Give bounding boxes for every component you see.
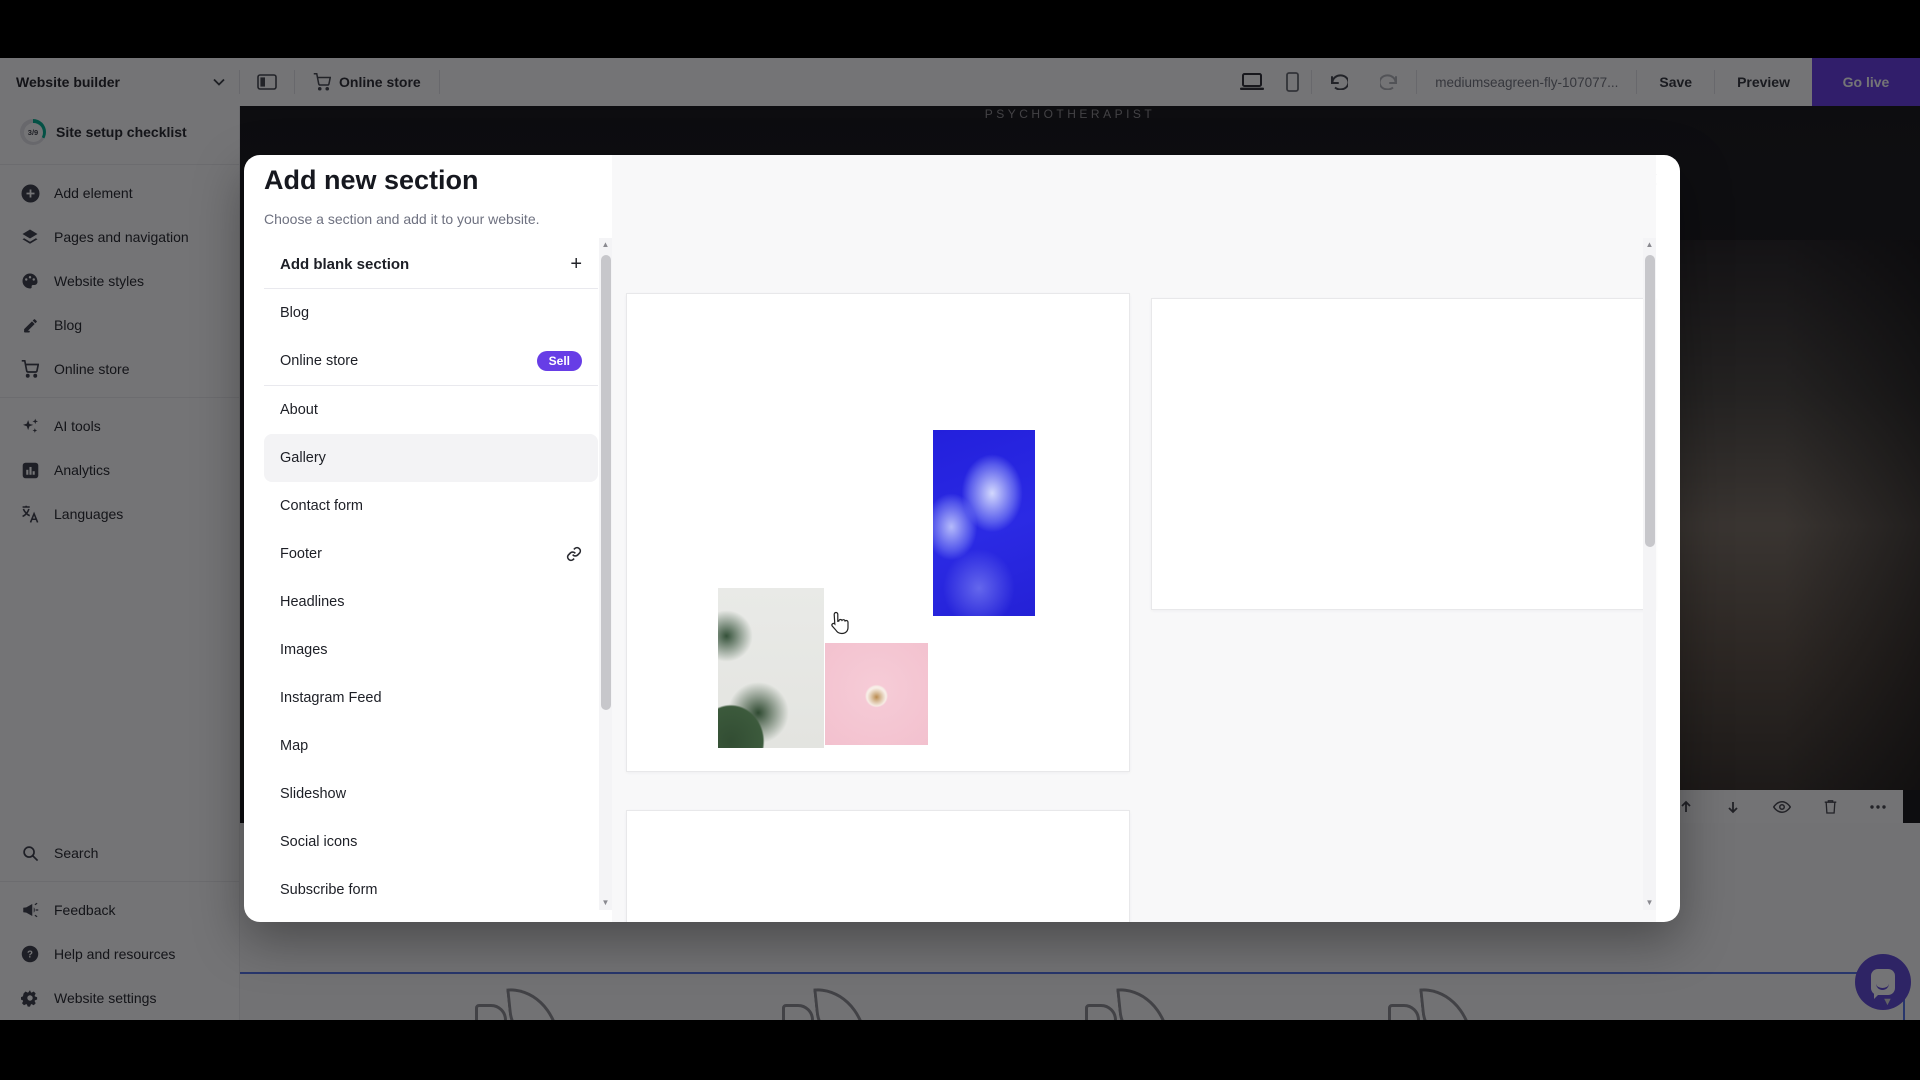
sell-badge: Sell [537, 351, 582, 371]
section-option-instagram-feed[interactable]: Instagram Feed [264, 674, 598, 722]
section-option-contact-form[interactable]: Contact form [264, 482, 598, 530]
hand-cursor [828, 610, 852, 641]
section-type-list: Add blank section + Blog Online store Se… [264, 240, 598, 914]
modal-subtitle: Choose a section and add it to your webs… [264, 211, 540, 227]
gallery-image-dark-blue-bubbles[interactable] [1269, 463, 1394, 589]
gallery-preview-pane: ▲ ▼ [612, 155, 1656, 922]
gallery-image-pink-flower[interactable] [825, 643, 928, 745]
section-option-label: Map [280, 738, 308, 754]
scroll-up-arrow[interactable]: ▲ [602, 238, 610, 252]
modal-title: Add new section [264, 165, 479, 196]
section-option-map[interactable]: Map [264, 722, 598, 770]
section-option-subscribe-form[interactable]: Subscribe form [264, 866, 598, 914]
section-option-label: Images [280, 642, 328, 658]
scroll-down-arrow[interactable]: ▼ [602, 896, 610, 910]
section-option-about[interactable]: About [264, 386, 598, 434]
section-option-label: Slideshow [280, 786, 346, 802]
gallery-image-dark-blue-bubbles[interactable] [932, 318, 1035, 422]
scroll-up-arrow[interactable]: ▲ [1646, 238, 1654, 252]
section-option-blog[interactable]: Blog [264, 289, 598, 337]
scrollbar-thumb[interactable] [601, 255, 611, 710]
section-option-slideshow[interactable]: Slideshow [264, 770, 598, 818]
section-option-label: Subscribe form [280, 882, 378, 898]
add-blank-section-row[interactable]: Add blank section + [264, 240, 598, 288]
link-icon [566, 546, 582, 562]
gallery-image-blue-jellyfish[interactable] [933, 430, 1035, 616]
section-option-gallery[interactable]: Gallery [264, 434, 598, 482]
list-scrollbar[interactable]: ▲ ▼ [599, 238, 612, 910]
section-option-label: Contact form [280, 498, 363, 514]
section-option-footer[interactable]: Footer [264, 530, 598, 578]
add-blank-section-label: Add blank section [280, 256, 409, 273]
section-option-label: Headlines [280, 594, 345, 610]
screen: Website builder Online store [0, 0, 1920, 1080]
section-option-label: Footer [280, 546, 322, 562]
section-option-label: Online store [280, 353, 358, 369]
letterbox-top [0, 0, 1920, 58]
gallery-template-card-1[interactable] [626, 293, 1130, 772]
section-option-label: Gallery [280, 450, 326, 466]
gallery-template-card-2[interactable] [1151, 298, 1656, 610]
section-option-online-store[interactable]: Online store Sell [264, 337, 598, 385]
plus-icon: + [570, 253, 582, 276]
section-option-social-icons[interactable]: Social icons [264, 818, 598, 866]
gallery-image-dark-blue-bubbles[interactable] [926, 836, 1028, 922]
scroll-down-arrow[interactable]: ▼ [1646, 896, 1654, 910]
section-option-label: Social icons [280, 834, 357, 850]
section-option-label: Instagram Feed [280, 690, 382, 706]
letterbox-bottom [0, 1020, 1920, 1080]
section-option-label: About [280, 402, 318, 418]
scrollbar-thumb[interactable] [1645, 255, 1655, 547]
gallery-template-card-3[interactable] [626, 810, 1130, 922]
add-section-modal: ✕ Add new section Choose a section and a… [244, 155, 1680, 922]
section-option-headlines[interactable]: Headlines [264, 578, 598, 626]
preview-scrollbar[interactable]: ▲ ▼ [1643, 238, 1656, 910]
section-option-images[interactable]: Images [264, 626, 598, 674]
gallery-image-green-leaves[interactable] [718, 588, 824, 748]
section-option-label: Blog [280, 305, 309, 321]
